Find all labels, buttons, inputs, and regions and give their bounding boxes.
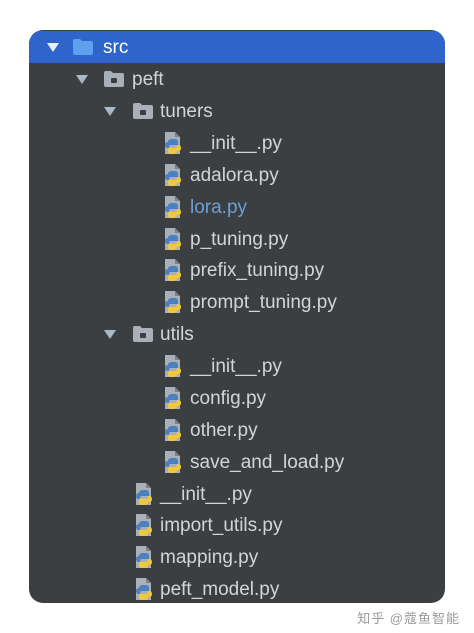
file-label: p_tuning.py (190, 228, 289, 250)
python-file-icon (162, 354, 184, 378)
file-item[interactable]: __init__.py (29, 478, 445, 510)
file-item[interactable]: mapping.py (29, 541, 445, 573)
tree-item-src[interactable]: src (29, 31, 445, 63)
file-label: __init__.py (160, 483, 252, 505)
tree-item-tuners[interactable]: tuners (29, 95, 445, 127)
chevron-down-icon[interactable] (47, 43, 59, 52)
chevron-down-icon[interactable] (76, 75, 88, 84)
chevron-down-icon[interactable] (104, 107, 116, 116)
file-item[interactable]: prompt_tuning.py (29, 286, 445, 318)
python-file-icon (133, 545, 155, 569)
file-label: __init__.py (190, 132, 282, 154)
file-item[interactable]: adalora.py (29, 159, 445, 191)
file-label: peft_model.py (160, 578, 280, 600)
python-file-icon (162, 290, 184, 314)
python-file-icon (162, 386, 184, 410)
watermark: 知乎 @蔻鱼智能 (357, 611, 460, 626)
file-item[interactable]: import_utils.py (29, 509, 445, 541)
chevron-down-icon[interactable] (104, 330, 116, 339)
python-file-icon (133, 577, 155, 601)
file-item[interactable]: lora.py (29, 191, 445, 223)
tree-item-label: peft (132, 68, 164, 90)
tree-item-peft[interactable]: peft (29, 63, 445, 95)
project-tree-panel: src peft tuners __init__.py adalora.py l… (29, 30, 445, 603)
python-file-icon (162, 227, 184, 251)
folder-icon (104, 71, 124, 87)
file-label: save_and_load.py (190, 451, 345, 473)
file-label: other.py (190, 419, 258, 441)
file-label: import_utils.py (160, 514, 283, 536)
file-item[interactable]: __init__.py (29, 350, 445, 382)
python-file-icon (162, 450, 184, 474)
python-file-icon (133, 482, 155, 506)
file-item[interactable]: p_tuning.py (29, 223, 445, 255)
python-file-icon (162, 163, 184, 187)
python-file-icon (162, 258, 184, 282)
python-file-icon (162, 195, 184, 219)
file-item[interactable]: save_and_load.py (29, 446, 445, 478)
folder-icon (133, 103, 153, 119)
file-label: prefix_tuning.py (190, 259, 325, 281)
file-item[interactable]: __init__.py (29, 127, 445, 159)
python-file-icon (162, 418, 184, 442)
file-item[interactable]: config.py (29, 382, 445, 414)
file-label: lora.py (190, 196, 248, 218)
file-label: __init__.py (190, 355, 282, 377)
file-item[interactable]: peft_model.py (29, 573, 445, 603)
folder-icon (133, 326, 153, 342)
folder-icon (73, 39, 93, 55)
file-label: mapping.py (160, 546, 259, 568)
python-file-icon (162, 131, 184, 155)
tree-item-label: tuners (160, 100, 213, 122)
file-label: adalora.py (190, 164, 279, 186)
file-label: prompt_tuning.py (190, 291, 337, 313)
tree-item-label: utils (160, 323, 194, 345)
tree-item-utils[interactable]: utils (29, 318, 445, 350)
python-file-icon (133, 513, 155, 537)
file-label: config.py (190, 387, 267, 409)
file-item[interactable]: other.py (29, 414, 445, 446)
tree-item-label: src (103, 36, 129, 58)
file-item[interactable]: prefix_tuning.py (29, 254, 445, 286)
